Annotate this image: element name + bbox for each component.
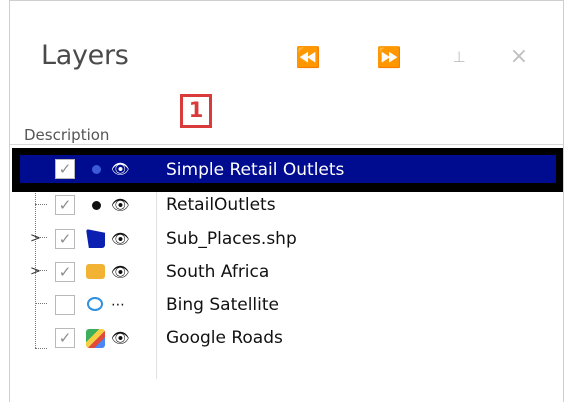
- layer-checkbox[interactable]: ✓: [55, 328, 75, 348]
- layer-row-bing-satellite[interactable]: ⋯ Bing Satellite: [10, 293, 550, 326]
- point-symbol-icon: [92, 165, 101, 174]
- visibility-eye-icon[interactable]: 👁: [111, 160, 130, 178]
- layer-label: Bing Satellite: [166, 295, 279, 315]
- expand-arrow-icon[interactable]: >: [30, 265, 41, 279]
- layer-label: Sub_Places.shp: [166, 229, 297, 249]
- layer-row-south-africa[interactable]: > ✓ 👁 South Africa: [10, 260, 550, 293]
- close-button[interactable]: ×: [506, 43, 532, 71]
- layer-checkbox[interactable]: ✓: [55, 159, 75, 179]
- description-column-header: Description: [10, 114, 563, 145]
- layer-checkbox[interactable]: [55, 295, 75, 315]
- google-map-icon: [86, 329, 105, 348]
- rewind-icon: ⏪: [295, 45, 321, 69]
- close-icon: ×: [509, 44, 529, 69]
- expand-arrow-icon[interactable]: >: [30, 232, 41, 246]
- layer-label: Google Roads: [166, 328, 283, 348]
- layer-row-retailoutlets[interactable]: ✓ 👁 RetailOutlets: [10, 193, 550, 226]
- hidden-eye-icon[interactable]: ⋯: [111, 296, 125, 314]
- pin-button[interactable]: ⊥: [446, 43, 472, 71]
- callout-badge: 1: [180, 94, 212, 128]
- layer-checkbox[interactable]: ✓: [55, 195, 75, 215]
- pin-icon: ⊥: [452, 48, 466, 66]
- forward-icon: ⏩: [376, 45, 402, 69]
- layer-row-google-roads[interactable]: ✓ 👁 Google Roads: [10, 326, 550, 359]
- visibility-eye-icon[interactable]: 👁: [111, 196, 130, 214]
- panel-title: Layers: [41, 40, 129, 71]
- layer-checkbox[interactable]: ✓: [55, 229, 75, 249]
- visibility-eye-icon[interactable]: 👁: [111, 230, 130, 248]
- layer-row-sub-places[interactable]: > ✓ 👁 Sub_Places.shp: [10, 227, 550, 260]
- layer-label: Simple Retail Outlets: [166, 160, 345, 180]
- bing-icon: [87, 297, 103, 311]
- visibility-eye-icon[interactable]: 👁: [111, 263, 130, 281]
- layer-label: RetailOutlets: [166, 195, 276, 215]
- rewind-button[interactable]: ⏪: [295, 43, 321, 71]
- visibility-eye-icon[interactable]: 👁: [111, 329, 130, 347]
- column-header-label: Description: [24, 126, 110, 144]
- point-symbol-icon: [92, 201, 101, 210]
- layer-label: South Africa: [166, 262, 270, 282]
- layer-checkbox[interactable]: ✓: [55, 262, 75, 282]
- layers-panel: Layers ⏪ ⏩ ⊥ × Description 1 ✓ 👁 Simple …: [9, 0, 564, 402]
- folder-icon: [86, 264, 105, 279]
- polygon-layer-icon: [86, 229, 105, 248]
- forward-button[interactable]: ⏩: [376, 43, 402, 71]
- layer-row-simple-retail-outlets[interactable]: ✓ 👁 Simple Retail Outlets: [12, 148, 563, 192]
